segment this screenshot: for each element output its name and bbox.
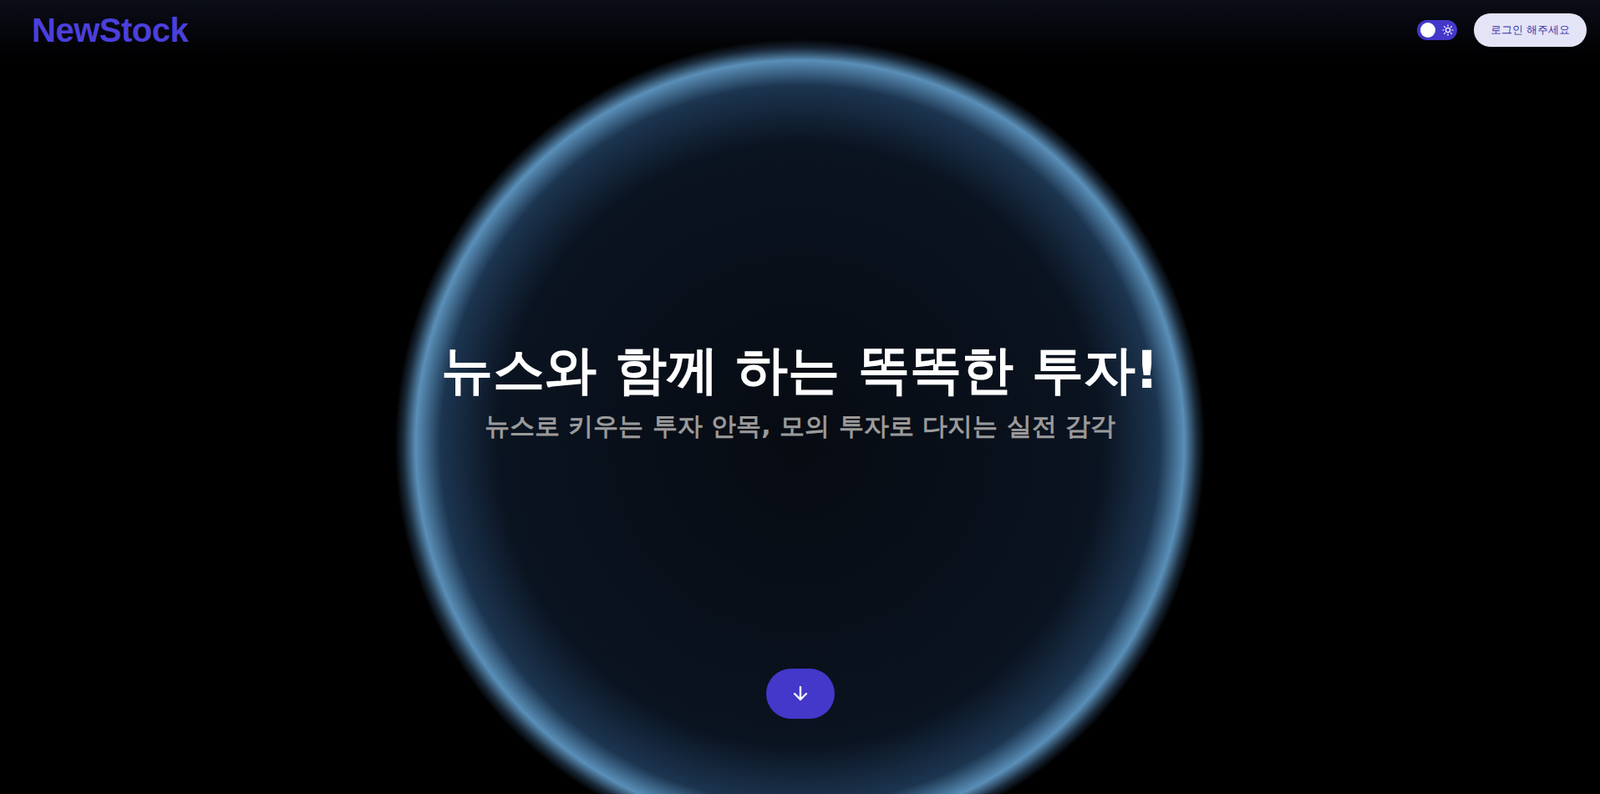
- hero-subtitle: 뉴스로 키우는 투자 안목, 모의 투자로 다지는 실전 감각: [484, 409, 1116, 444]
- header-actions: 로그인 해주세요: [1417, 13, 1587, 47]
- logo[interactable]: NewStock: [31, 11, 188, 50]
- theme-toggle[interactable]: [1417, 20, 1458, 41]
- sun-icon: [1442, 24, 1454, 36]
- login-button[interactable]: 로그인 해주세요: [1473, 13, 1587, 47]
- hero-content: 뉴스와 함께 하는 똑똑한 투자! 뉴스로 키우는 투자 안목, 모의 투자로 다…: [0, 60, 1600, 794]
- scroll-down-button[interactable]: [766, 668, 835, 719]
- hero-title: 뉴스와 함께 하는 똑똑한 투자!: [441, 339, 1159, 402]
- header: NewStock 로그인 해주세요: [0, 0, 1600, 61]
- hero-section: NewStock 로그인 해주세요뉴스와 함께 하는 똑똑한 투자! 뉴스로 키우는…: [0, 0, 1600, 794]
- toggle-knob: [1420, 22, 1436, 38]
- arrow-down-icon: [790, 683, 811, 704]
